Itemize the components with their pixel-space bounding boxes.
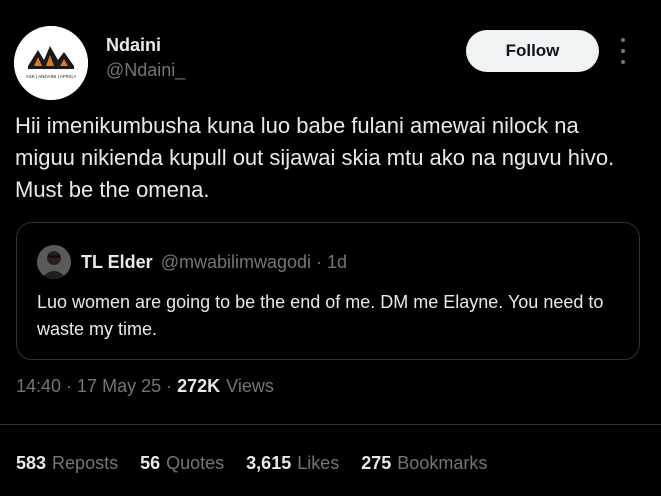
author-display-name[interactable]: Ndaini [106, 34, 185, 56]
more-options-icon[interactable] [619, 38, 627, 64]
stat-label: Likes [297, 453, 340, 473]
person-avatar-icon [37, 245, 71, 279]
stat-count: 3,615 [246, 453, 292, 473]
tweet-text: Hii imenikumbusha kuna luo babe fulani a… [15, 113, 615, 202]
quoted-author-avatar[interactable] [37, 245, 71, 279]
stat-count: 56 [140, 453, 161, 473]
quoted-tweet[interactable]: TL Elder @mwabilimwagodi · 1d Luo women … [16, 222, 640, 360]
meta-separator: · [66, 376, 73, 396]
stat-bookmarks[interactable]: 275 Bookmarks [361, 453, 487, 474]
stat-likes[interactable]: 3,615 Likes [246, 453, 339, 474]
quoted-separator: · [316, 251, 323, 272]
stat-count: 583 [16, 453, 47, 473]
quoted-author-handle[interactable]: @mwabilimwagodi [161, 252, 311, 273]
follow-button[interactable]: Follow [466, 30, 599, 72]
quoted-tweet-header: TL Elder @mwabilimwagodi · 1d [37, 245, 347, 279]
author-avatar[interactable]: ASK | ANDAINI | AFRICA [14, 26, 88, 100]
views-label[interactable]: Views [226, 376, 274, 397]
afrobranding-logo-icon: ASK | ANDAINI | AFRICA [14, 26, 88, 100]
quoted-author-name[interactable]: TL Elder [81, 252, 153, 273]
engagement-stats: 583 Reposts 56 Quotes 3,615 Likes 275 Bookma… [16, 453, 509, 474]
quoted-age[interactable]: 1d [327, 252, 347, 273]
author-handle[interactable]: @Ndaini_ [106, 58, 185, 82]
stat-count: 275 [361, 453, 392, 473]
divider [0, 424, 661, 425]
tweet-date[interactable]: 17 May 25 [77, 376, 161, 397]
views-count[interactable]: 272K [177, 376, 220, 397]
stat-reposts[interactable]: 583 Reposts [16, 453, 118, 474]
tweet-header: ASK | ANDAINI | AFRICA Ndaini @Ndaini_ F… [14, 22, 643, 100]
stat-label: Reposts [52, 453, 119, 473]
stat-quotes[interactable]: 56 Quotes [140, 453, 224, 474]
avatar-logo-text: ASK | ANDAINI | AFRICA [26, 74, 77, 79]
quoted-tweet-text: Luo women are going to be the end of me.… [37, 292, 604, 339]
tweet-meta: 14:40 · 17 May 25 · 272K Views [16, 376, 274, 397]
author-names: Ndaini @Ndaini_ [106, 34, 185, 82]
stat-label: Quotes [166, 453, 225, 473]
tweet-time[interactable]: 14:40 [16, 376, 61, 397]
stat-label: Bookmarks [397, 453, 488, 473]
meta-separator: · [166, 376, 173, 396]
